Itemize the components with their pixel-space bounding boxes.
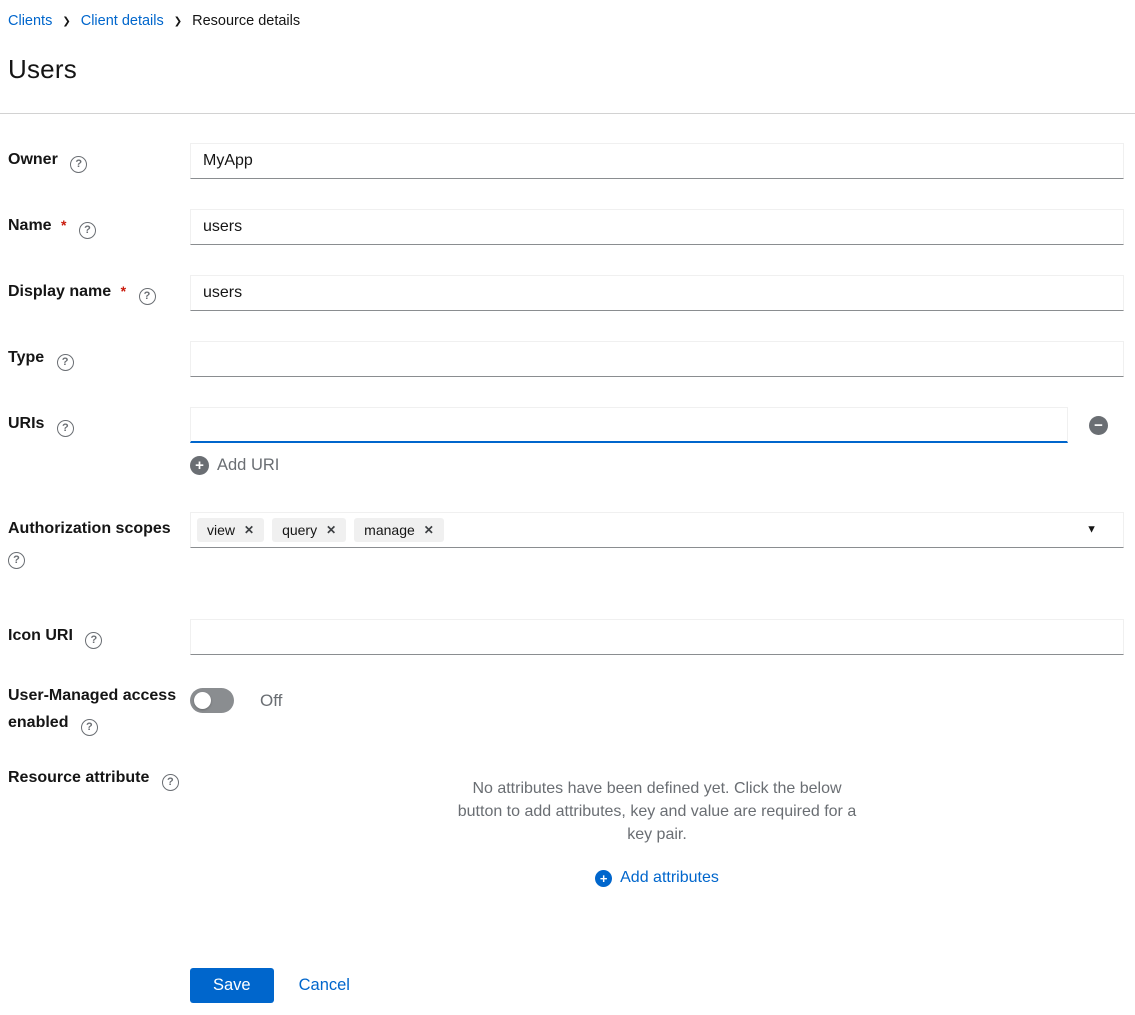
resource-attribute-label: Resource attribute <box>8 769 149 786</box>
scope-chip: manage ✕ <box>354 518 444 542</box>
uris-label: URIs <box>8 415 44 432</box>
save-button[interactable]: Save <box>190 968 274 1003</box>
uris-label-col: URIs ? <box>8 407 190 475</box>
name-label: Name <box>8 217 52 234</box>
cancel-button[interactable]: Cancel <box>299 976 350 995</box>
resource-attribute-row: Resource attribute ? No attributes have … <box>8 769 1124 888</box>
type-label-col: Type ? <box>8 341 190 377</box>
owner-label: Owner <box>8 151 58 168</box>
owner-row: Owner ? <box>8 143 1124 179</box>
resource-details-form: Owner ? Name * ? Display name * ? Type <box>0 114 1135 1003</box>
uris-help-icon[interactable]: ? <box>57 420 74 437</box>
icon-uri-input[interactable] <box>190 619 1124 655</box>
icon-uri-help-icon[interactable]: ? <box>85 632 102 649</box>
scope-chip: view ✕ <box>197 518 264 542</box>
type-input[interactable] <box>190 341 1124 377</box>
owner-help-icon[interactable]: ? <box>70 156 87 173</box>
plus-circle-icon: + <box>190 456 209 475</box>
plus-circle-icon: + <box>595 870 612 887</box>
remove-scope-icon[interactable]: ✕ <box>424 524 434 536</box>
type-row: Type ? <box>8 341 1124 377</box>
type-help-icon[interactable]: ? <box>57 354 74 371</box>
add-attributes-label: Add attributes <box>620 869 719 887</box>
add-uri-button[interactable]: + Add URI <box>190 456 279 475</box>
breadcrumb-clients[interactable]: Clients <box>8 13 52 29</box>
uma-toggle-state-label: Off <box>260 691 282 711</box>
display-name-required-indicator: * <box>121 283 126 299</box>
authorization-scopes-label-col: Authorization scopes ? <box>8 512 190 569</box>
page-title: Users <box>0 54 1135 85</box>
icon-uri-row: Icon URI ? <box>8 619 1124 655</box>
uma-toggle-knob <box>194 692 211 709</box>
display-name-label-col: Display name * ? <box>8 275 190 311</box>
display-name-help-icon[interactable]: ? <box>139 288 156 305</box>
remove-scope-icon[interactable]: ✕ <box>244 524 254 536</box>
breadcrumb-resource-details: Resource details <box>192 13 300 29</box>
uma-label-line1: User-Managed access <box>8 687 176 704</box>
page-header: Clients ❯ Client details ❯ Resource deta… <box>0 0 1135 85</box>
icon-uri-label: Icon URI <box>8 627 73 644</box>
breadcrumb-separator-icon: ❯ <box>62 17 70 27</box>
owner-label-col: Owner ? <box>8 143 190 179</box>
name-input[interactable] <box>190 209 1124 245</box>
scope-chip-label: view <box>207 522 235 538</box>
name-label-col: Name * ? <box>8 209 190 245</box>
type-label: Type <box>8 349 44 366</box>
breadcrumb-client-details[interactable]: Client details <box>81 13 164 29</box>
add-attributes-button[interactable]: + Add attributes <box>595 869 719 887</box>
form-actions: Save Cancel <box>190 968 1124 1003</box>
display-name-row: Display name * ? <box>8 275 1124 311</box>
breadcrumb: Clients ❯ Client details ❯ Resource deta… <box>0 13 1135 29</box>
uma-label-line2: enabled <box>8 714 68 731</box>
uris-row: URIs ? − + Add URI <box>8 407 1124 475</box>
display-name-label: Display name <box>8 283 111 300</box>
name-required-indicator: * <box>61 217 66 233</box>
authorization-scopes-help-icon[interactable]: ? <box>8 552 25 569</box>
remove-uri-button[interactable]: − <box>1089 416 1108 435</box>
scope-chip-label: manage <box>364 522 415 538</box>
breadcrumb-separator-icon: ❯ <box>174 17 182 27</box>
uri-input-line: − <box>190 407 1124 443</box>
resource-attribute-help-icon[interactable]: ? <box>162 774 179 791</box>
caret-down-icon[interactable]: ▼ <box>1086 525 1097 536</box>
uma-toggle[interactable] <box>190 688 234 713</box>
attributes-empty-state-text: No attributes have been defined yet. Cli… <box>457 777 857 846</box>
uma-help-icon[interactable]: ? <box>81 719 98 736</box>
uma-label-col: User-Managed access enabled ? <box>8 685 190 736</box>
authorization-scopes-row: Authorization scopes ? view ✕ query ✕ ma… <box>8 512 1124 569</box>
resource-attribute-label-col: Resource attribute ? <box>8 769 190 888</box>
minus-circle-icon: − <box>1089 416 1108 435</box>
remove-scope-icon[interactable]: ✕ <box>326 524 336 536</box>
name-help-icon[interactable]: ? <box>79 222 96 239</box>
add-uri-label: Add URI <box>217 456 279 475</box>
authorization-scopes-label: Authorization scopes <box>8 520 171 537</box>
display-name-input[interactable] <box>190 275 1124 311</box>
uri-input[interactable] <box>190 407 1068 443</box>
scope-chip: query ✕ <box>272 518 346 542</box>
name-row: Name * ? <box>8 209 1124 245</box>
icon-uri-label-col: Icon URI ? <box>8 619 190 655</box>
authorization-scopes-select[interactable]: view ✕ query ✕ manage ✕ ▼ <box>190 512 1124 548</box>
owner-input[interactable] <box>190 143 1124 179</box>
scope-chip-label: query <box>282 522 317 538</box>
uma-row: User-Managed access enabled ? Off <box>8 685 1124 736</box>
attributes-empty-state: No attributes have been defined yet. Cli… <box>190 769 1124 888</box>
